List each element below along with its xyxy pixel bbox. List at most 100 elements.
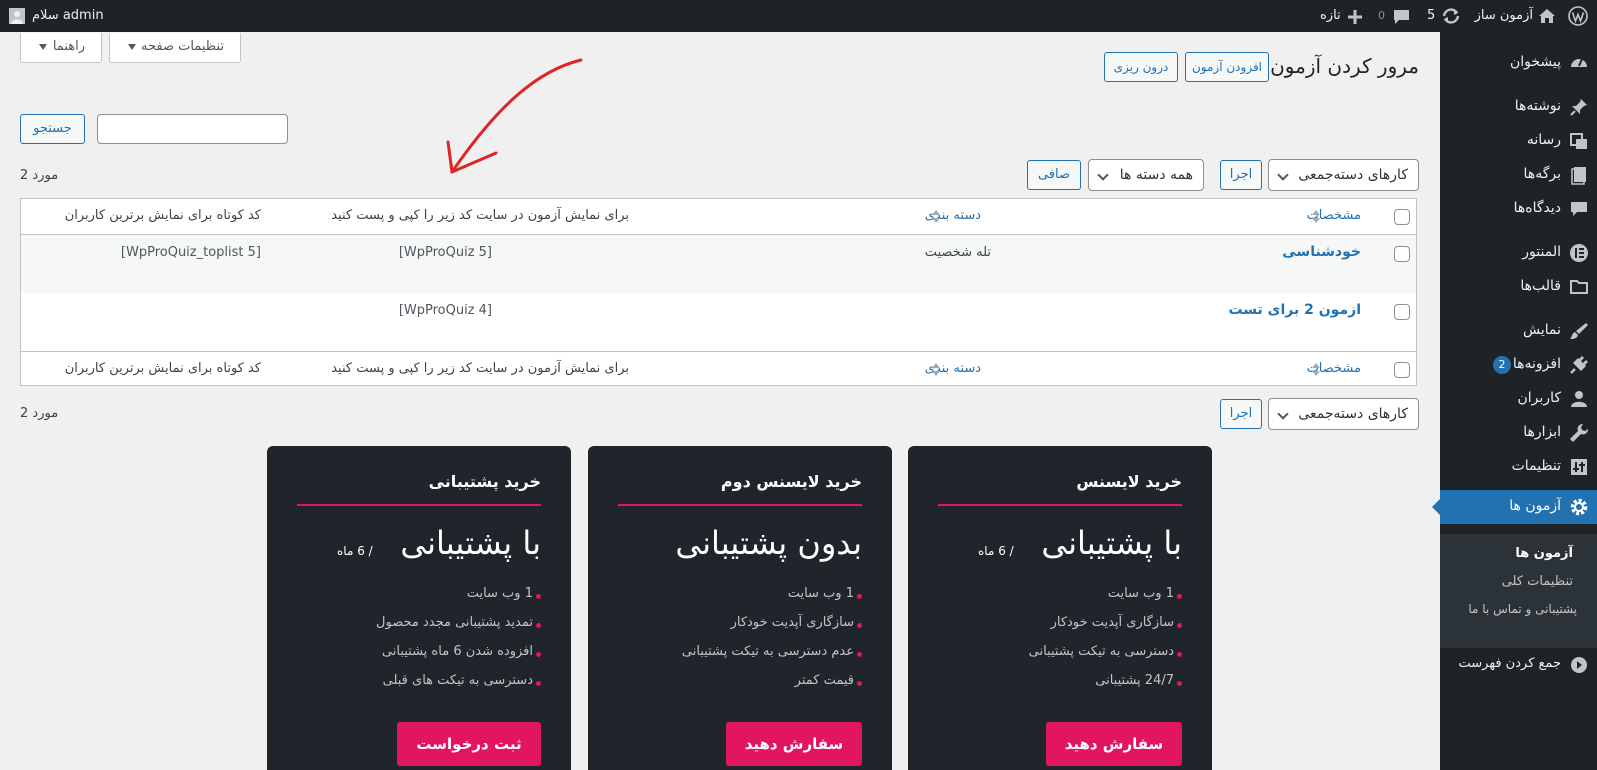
menu-templates[interactable]: قالب‌ها — [1440, 270, 1597, 304]
card-title: خرید لایسنس دوم — [720, 472, 862, 491]
home-icon — [1539, 9, 1555, 23]
row-checkbox[interactable] — [1394, 246, 1410, 262]
submenu-support-contact[interactable]: پشتیبانی و تماس با ما — [1468, 602, 1577, 616]
menu-plugins[interactable]: افزونه‌ها 2 — [1440, 348, 1597, 382]
filter-button[interactable]: صافی — [1027, 160, 1081, 190]
pin-icon — [1570, 99, 1587, 116]
quiz-category: تله شخصیت — [924, 245, 991, 260]
card-feature: سازگاری آپدیت خودکار — [1050, 615, 1174, 630]
table-row: خودشناسی تله شخصیت [WpProQuiz 5] [WpProQ… — [21, 235, 1416, 293]
my-account-link[interactable]: سلام admin — [32, 0, 104, 32]
menu-dashboard[interactable]: پیشخوان — [1440, 46, 1597, 80]
request-button[interactable]: ثبت درخواست — [397, 722, 541, 766]
avatar-silhouette-icon — [11, 11, 23, 24]
site-name-link[interactable]: آزمون ساز — [1475, 0, 1533, 32]
menu-users[interactable]: کاربران — [1440, 382, 1597, 416]
help-button[interactable]: راهنما — [20, 33, 102, 63]
sort-icon — [932, 210, 940, 224]
menu-settings[interactable]: تنظیمات — [1440, 450, 1597, 484]
bullet-icon — [857, 594, 862, 599]
search-input[interactable] — [97, 114, 288, 144]
bullet-icon — [857, 623, 862, 628]
card-headline: با پشتیبانی — [1041, 524, 1182, 562]
card-feature: تمدید پشتیبانی مجدد محصول — [376, 615, 533, 630]
pricing-card-license: خرید لایسنس با پشتیبانی / 6 ماه 1 وب سای… — [908, 446, 1212, 770]
order-button[interactable]: سفارش دهید — [726, 722, 862, 766]
search-button[interactable]: جستجو — [20, 114, 85, 144]
comment-icon — [1571, 202, 1587, 216]
screen-options-button[interactable]: تنظیمات صفحه — [109, 33, 241, 63]
new-content-link[interactable]: تازه — [1320, 0, 1341, 32]
card-divider — [297, 504, 541, 506]
card-period: / 6 ماه — [337, 544, 373, 558]
quiz-toplist-shortcode: [WpProQuiz_toplist 5] — [120, 245, 261, 260]
wordpress-logo-icon[interactable] — [1568, 6, 1588, 26]
menu-tools[interactable]: ابزارها — [1440, 416, 1597, 450]
gear-icon — [1570, 498, 1588, 516]
card-title: خرید پشتیبانی — [428, 472, 541, 491]
card-feature: دسترسی به تیکت پشتیبانی — [1028, 644, 1174, 659]
updates-icon[interactable] — [1441, 7, 1461, 25]
menu-collapse[interactable]: جمع کردن فهرست — [1440, 648, 1597, 682]
table-row: ازمون 2 برای تست [WpProQuiz 4] — [21, 293, 1416, 351]
pricing-card-second-license: خرید لایسنس دوم بدون پشتیبانی 1 وب سایت … — [588, 446, 892, 770]
apply-button-top[interactable]: اجرا — [1220, 160, 1262, 190]
collapse-icon — [1571, 657, 1587, 673]
comments-icon[interactable] — [1393, 9, 1410, 25]
menu-comments[interactable]: دیدگاه‌ها — [1440, 192, 1597, 226]
card-divider — [938, 504, 1182, 506]
card-divider — [618, 504, 862, 506]
menu-media[interactable]: رسانه — [1440, 124, 1597, 158]
caret-down-icon — [128, 44, 136, 50]
admin-bar: آزمون ساز 5 0 تازه سلام admin — [0, 0, 1597, 32]
quiz-table: مشخصات دسته بندی برای نمایش آزمون در سای… — [20, 198, 1417, 386]
order-button[interactable]: سفارش دهید — [1046, 722, 1182, 766]
user-icon — [1571, 391, 1587, 407]
category-filter-select[interactable]: همه دسته ها — [1088, 159, 1204, 191]
chevron-down-icon — [1277, 169, 1289, 181]
dashboard-icon — [1571, 58, 1587, 67]
plus-icon[interactable] — [1348, 10, 1362, 24]
column-shortcode-footer: برای نمایش آزمون در سایت کد زیر را کپی و… — [331, 361, 629, 376]
elementor-icon — [1570, 244, 1588, 262]
menu-quizzes[interactable]: آزمون ها — [1432, 490, 1597, 524]
import-button[interactable]: درون ریزی — [1104, 52, 1178, 82]
menu-pages[interactable]: برگه‌ها — [1440, 158, 1597, 192]
apply-button-bottom[interactable]: اجرا — [1220, 399, 1262, 429]
submenu-general-settings[interactable]: تنظیمات کلی — [1502, 574, 1573, 589]
column-toplist-footer: کد کوتاه برای نمایش برترین کاربران — [64, 361, 261, 376]
updates-count: 5 — [1427, 8, 1436, 23]
bulk-actions-select-bottom[interactable]: کارهای دسته‌جمعی — [1268, 398, 1419, 430]
bullet-icon — [536, 652, 541, 657]
row-checkbox[interactable] — [1394, 304, 1410, 320]
chevron-down-icon — [1277, 408, 1289, 420]
quiz-title-link[interactable]: خودشناسی — [1282, 244, 1361, 260]
menu-elementor[interactable]: المنتور — [1440, 236, 1597, 270]
items-count-bottom: 2 مورد — [20, 406, 59, 421]
card-period: / 6 ماه — [978, 544, 1014, 558]
bulk-actions-select-top[interactable]: کارهای دسته‌جمعی — [1268, 159, 1419, 191]
add-quiz-button[interactable]: افزودن آزمون — [1185, 52, 1269, 82]
media-icon — [1570, 133, 1587, 149]
card-feature: سازگاری آپدیت خودکار — [730, 615, 854, 630]
bullet-icon — [857, 681, 862, 686]
menu-appearance[interactable]: نمایش — [1440, 314, 1597, 348]
table-header-row: مشخصات دسته بندی برای نمایش آزمون در سای… — [21, 199, 1416, 235]
select-all-checkbox[interactable] — [1394, 209, 1410, 225]
quiz-shortcode: [WpProQuiz 5] — [398, 245, 492, 260]
bullet-icon — [536, 623, 541, 628]
card-feature: 1 وب سایت — [787, 586, 854, 601]
red-annotation-arrow — [446, 58, 583, 174]
select-all-checkbox[interactable] — [1394, 362, 1410, 378]
menu-posts[interactable]: نوشته‌ها — [1440, 90, 1597, 124]
admin-sidebar: پیشخوان نوشته‌ها رسانه برگه‌ها دیدگاه‌ها… — [1432, 32, 1597, 770]
bullet-icon — [536, 594, 541, 599]
page-title: مرور کردن آزمون — [1270, 54, 1419, 78]
items-count-top: 2 مورد — [20, 168, 59, 183]
submenu-quizzes[interactable]: آزمون ها — [1515, 546, 1573, 561]
quiz-shortcode: [WpProQuiz 4] — [398, 303, 492, 318]
card-feature: افزوده شدن 6 ماه پشتیبانی — [381, 644, 533, 659]
quiz-title-link[interactable]: ازمون 2 برای تست — [1228, 302, 1361, 318]
column-toplist-header: کد کوتاه برای نمایش برترین کاربران — [64, 208, 261, 223]
card-feature: 1 وب سایت — [466, 586, 533, 601]
